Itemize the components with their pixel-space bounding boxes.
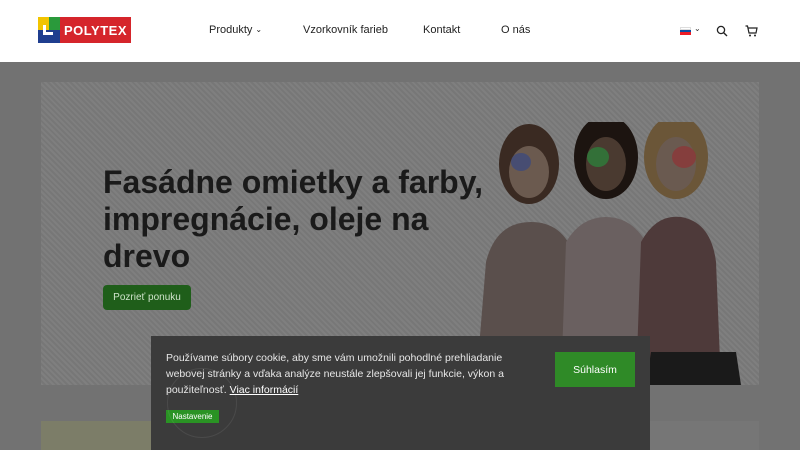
- logo-text: POLYTEX: [64, 22, 127, 38]
- nav-item-kontakt[interactable]: Kontakt: [423, 24, 460, 36]
- chevron-down-icon[interactable]: ⌄: [694, 24, 701, 33]
- product-card-preview: [41, 421, 151, 450]
- chevron-down-icon: ⌄: [255, 25, 263, 34]
- focus-ring-decoration: [167, 368, 237, 438]
- polytex-logo[interactable]: POLYTEX: [38, 17, 131, 43]
- product-card-preview: [650, 421, 759, 450]
- nav-item-label: O nás: [501, 24, 531, 36]
- nav-item-o-nas[interactable]: O nás: [501, 24, 530, 36]
- nav-item-vzorkovnik[interactable]: Vzorkovník farieb: [303, 24, 388, 36]
- more-info-link[interactable]: Viac informácií: [230, 384, 299, 396]
- cart-icon[interactable]: [745, 25, 758, 37]
- nav-item-produkty[interactable]: Produkty ⌄: [209, 24, 262, 36]
- nav-item-label: Vzorkovník farieb: [303, 24, 388, 36]
- logo-mark-icon: [38, 17, 60, 43]
- site-header: POLYTEX Produkty ⌄ Vzorkovník farieb Kont…: [0, 0, 800, 62]
- view-offer-button[interactable]: Pozrieť ponuku: [103, 285, 191, 310]
- nav-item-label: Produkty: [209, 24, 253, 36]
- cookie-accept-button[interactable]: Súhlasím: [555, 352, 635, 387]
- nav-item-label: Kontakt: [423, 24, 461, 36]
- slovak-flag-icon[interactable]: [680, 27, 691, 35]
- search-icon[interactable]: [716, 25, 728, 37]
- hero-title: Fasádne omietky a farby, impregnácie, ol…: [103, 164, 483, 274]
